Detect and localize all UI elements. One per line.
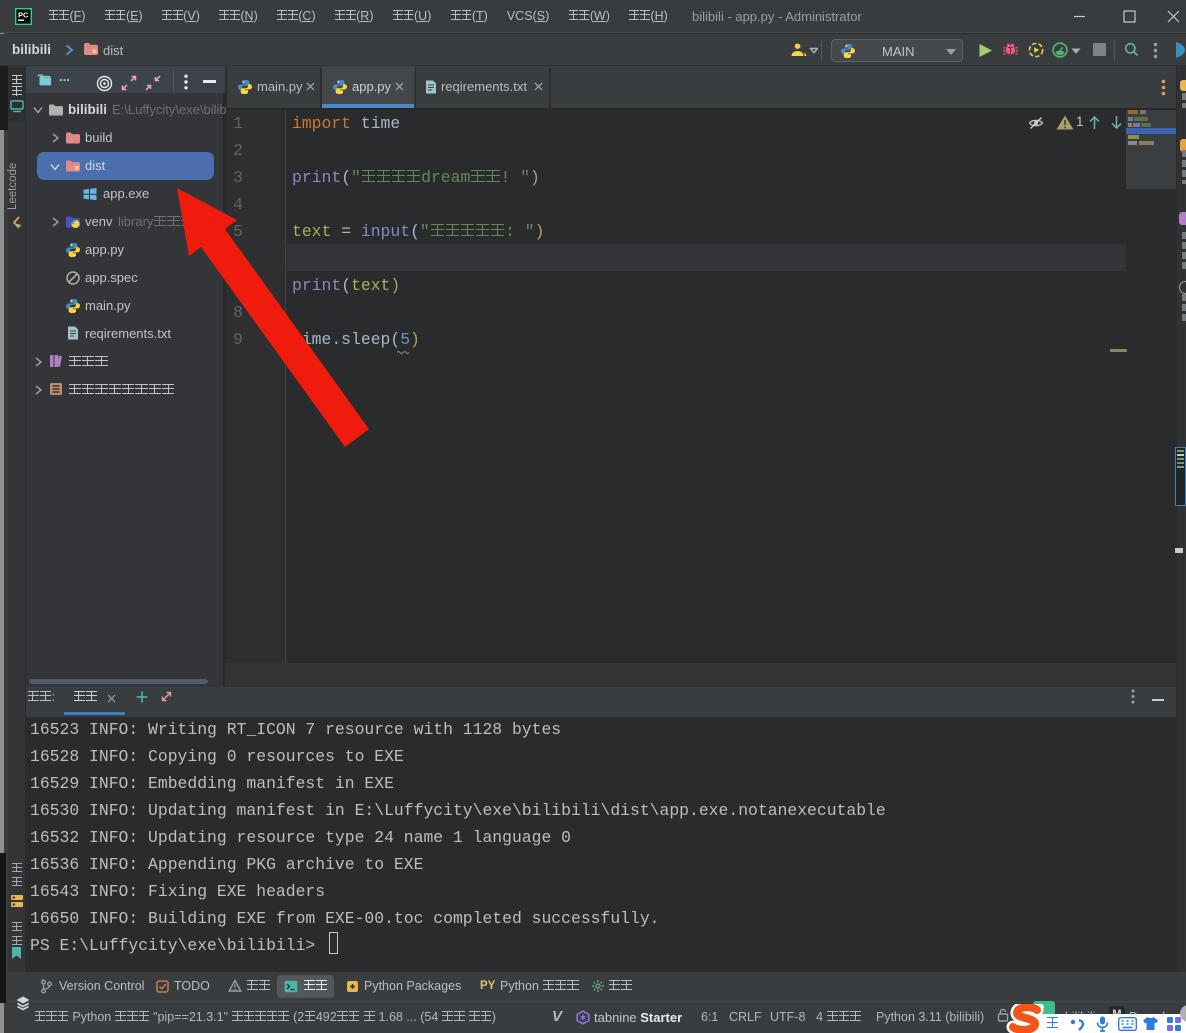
svg-text:PC: PC [18, 11, 29, 20]
